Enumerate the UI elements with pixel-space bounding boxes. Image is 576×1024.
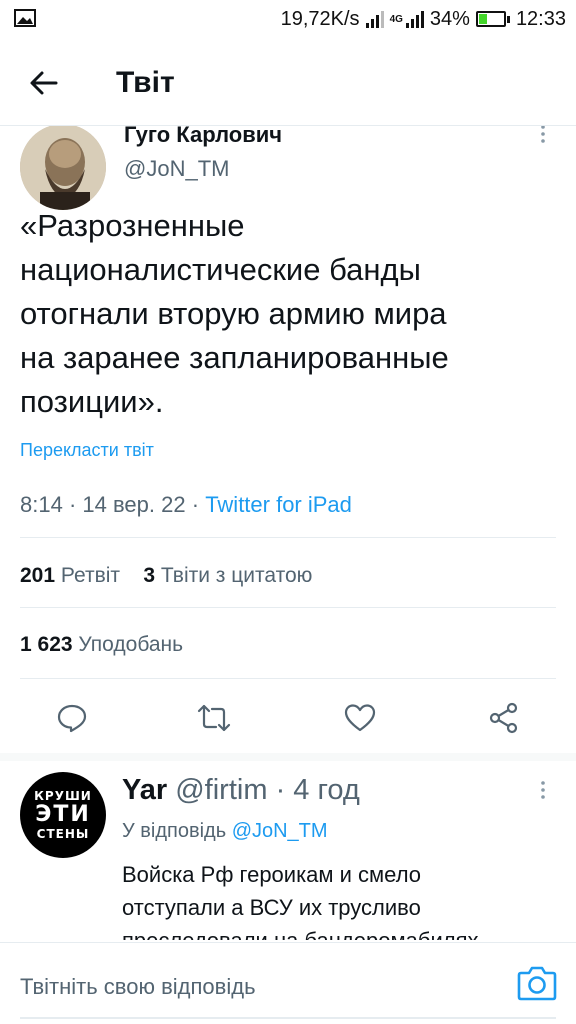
page-title: Твіт: [116, 66, 175, 99]
quotes-link[interactable]: 3 Твіти з цитатою: [143, 564, 312, 587]
divider: [20, 607, 556, 608]
divider: [20, 678, 556, 679]
retweet-stats: 201 Ретвіт 3 Твіти з цитатою: [20, 564, 312, 588]
reply-header: Yar @firtim · 4 год: [122, 774, 360, 807]
tweet-client-link[interactable]: Twitter for iPad: [205, 492, 352, 517]
like-button[interactable]: [340, 698, 380, 738]
reply-composer: [0, 942, 576, 1024]
meta-separator: ·: [275, 774, 286, 806]
reply-prefix: У відповідь: [122, 820, 227, 842]
status-bar: 19,72K/s 4G 34% 12:33: [0, 0, 576, 40]
retweet-icon: [197, 704, 231, 732]
signal-icon: [405, 10, 424, 28]
likes-label: Уподобань: [78, 633, 184, 656]
reply-input[interactable]: [20, 967, 490, 1007]
translate-tweet-link[interactable]: Перекласти твіт: [20, 440, 154, 461]
likes-count: 1 623: [20, 633, 73, 656]
retweet-button[interactable]: [194, 698, 234, 738]
tweet-thread[interactable]: Гуго Карлович @JoN_TM «Разрозненные наци…: [0, 40, 576, 940]
reply-text: Войска Рф героикам и смело отступали а В…: [122, 862, 478, 940]
divider: [20, 537, 556, 538]
camera-icon[interactable]: [516, 963, 558, 1003]
replying-to: У відповідь @JoN_TM: [122, 820, 328, 843]
retweets-link[interactable]: 201 Ретвіт: [20, 564, 120, 587]
meta-separator: ·: [68, 492, 83, 517]
status-time: 12:33: [515, 7, 566, 30]
reply-author-name[interactable]: Yar: [122, 774, 167, 806]
avatar-text: СТЕНЫ: [36, 827, 90, 841]
share-button[interactable]: [484, 698, 524, 738]
retweets-count: 201: [20, 564, 56, 587]
avatar-text: ЭТИ: [35, 802, 91, 827]
quotes-count: 3: [143, 564, 156, 587]
tweet-meta: 8:14 · 14 вер. 22 · Twitter for iPad: [20, 492, 352, 518]
likes-link[interactable]: 1 623 Уподобань: [20, 633, 183, 657]
more-icon[interactable]: [536, 124, 550, 144]
section-separator: [0, 753, 576, 761]
reply-mention-link[interactable]: @JoN_TM: [232, 820, 328, 842]
author-avatar[interactable]: [20, 124, 106, 210]
back-arrow-icon[interactable]: [26, 64, 64, 102]
author-handle[interactable]: @JoN_TM: [124, 156, 229, 182]
tweet-actions: [0, 698, 576, 740]
more-icon[interactable]: [536, 780, 550, 800]
battery-percent: 34%: [429, 7, 470, 30]
tweet-time[interactable]: 8:14: [20, 492, 63, 517]
share-icon: [489, 702, 518, 734]
image-icon: [14, 9, 36, 27]
reply-avatar[interactable]: КРУШИ ЭТИ СТЕНЫ: [20, 772, 106, 858]
top-bar: Твіт: [0, 40, 576, 126]
input-underline: [20, 1017, 556, 1019]
avatar-text: КРУШИ: [34, 789, 92, 803]
reply-icon: [57, 704, 87, 733]
retweets-label: Ретвіт: [60, 564, 121, 587]
reply-author-handle[interactable]: @firtim: [175, 774, 267, 806]
tweet-date[interactable]: 14 вер. 22: [82, 492, 185, 517]
battery-icon: [475, 11, 510, 27]
quotes-label: Твіти з цитатою: [160, 564, 313, 587]
signal-icon: [365, 10, 384, 28]
reply-time[interactable]: 4 год: [293, 774, 360, 806]
meta-separator: ·: [191, 492, 206, 517]
portrait-image: [20, 124, 106, 210]
status-right: 19,72K/s 4G 34% 12:33: [281, 6, 566, 32]
like-icon: [344, 704, 376, 732]
reply-button[interactable]: [52, 698, 92, 738]
tweet-text: «Разрозненные националистические банды о…: [20, 208, 449, 419]
network-speed: 19,72K/s: [280, 7, 360, 30]
network-type: 4G: [389, 13, 403, 25]
